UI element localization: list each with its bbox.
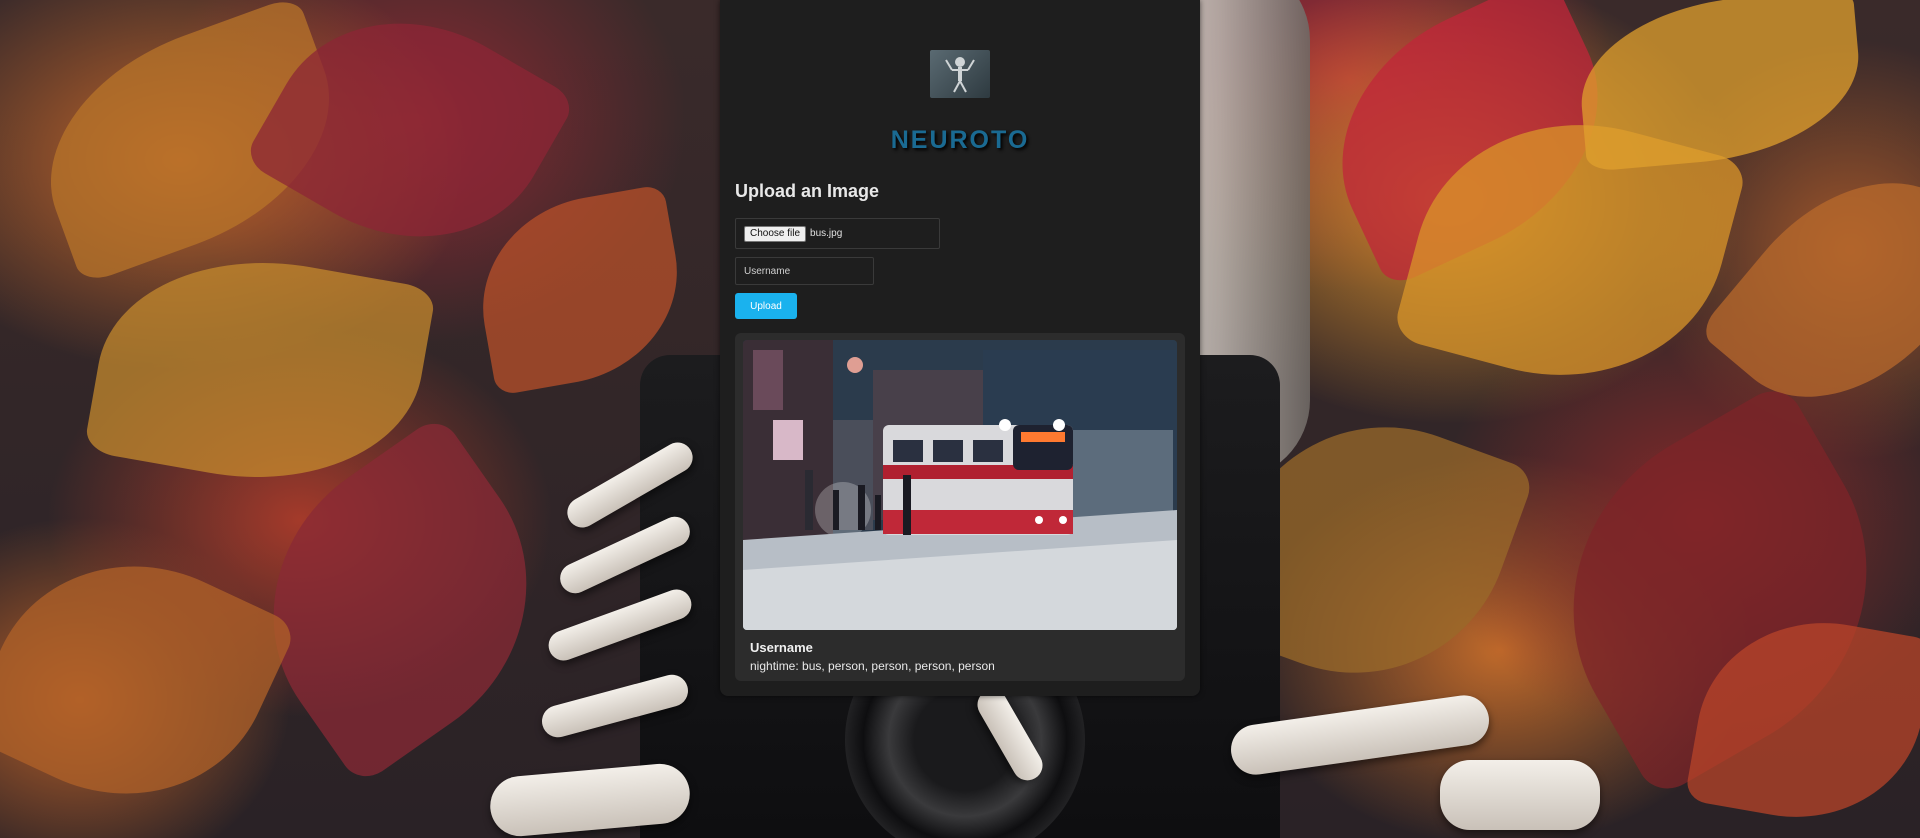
uploaded-image-snowy-night-streetcar [743, 340, 1177, 630]
upload-button[interactable]: Upload [735, 293, 797, 319]
skeleton-figure-icon [945, 57, 975, 93]
brand-title: NEUROTO [890, 126, 1030, 154]
selected-file-name: bus.jpg [810, 228, 843, 239]
background-skeleton-hand [1440, 760, 1600, 830]
streetcar-scene-illustration [743, 340, 1177, 630]
result-username: Username [750, 640, 813, 655]
result-detection-text: nightime: bus, person, person, person, p… [750, 659, 995, 673]
result-card: Username nightime: bus, person, person, … [735, 333, 1185, 681]
username-input[interactable] [735, 257, 874, 285]
upload-heading: Upload an Image [735, 181, 880, 201]
background-leaf [0, 516, 299, 838]
upload-panel: NEUROTO Upload an Image Choose file bus.… [720, 0, 1200, 696]
background-leaf [1573, 0, 1867, 172]
skeleton-photographer-logo-icon [930, 50, 990, 98]
choose-file-button[interactable]: Choose file [744, 225, 807, 242]
file-input[interactable]: Choose file bus.jpg [735, 218, 940, 249]
